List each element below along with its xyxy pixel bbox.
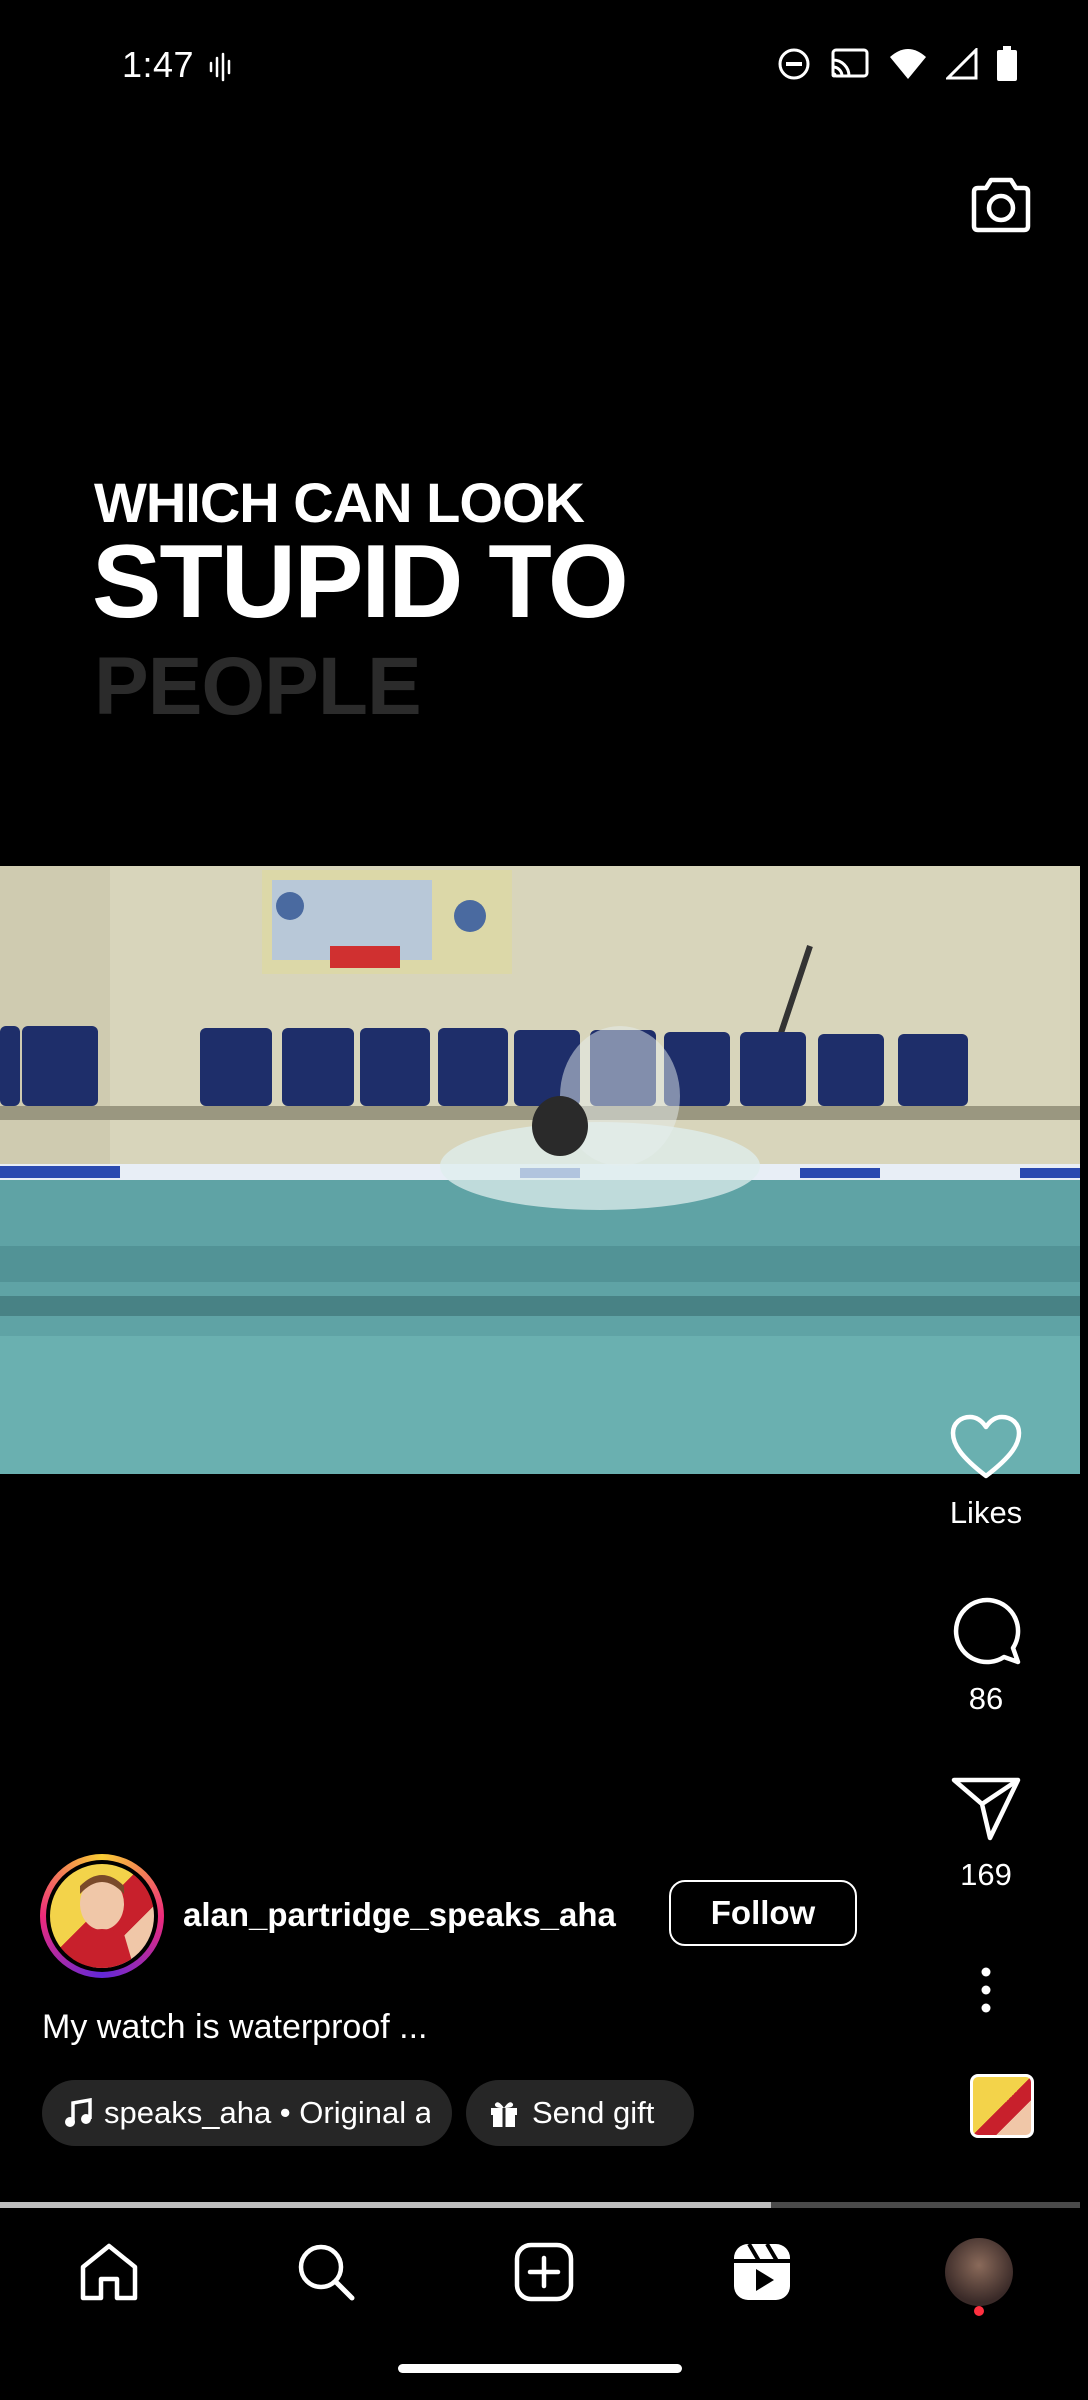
like-button[interactable]: Likes — [926, 1414, 1046, 1531]
author-avatar[interactable] — [40, 1854, 164, 1978]
status-time: 1:47 — [122, 44, 195, 85]
gift-icon — [491, 2102, 517, 2127]
audio-pill[interactable]: speaks_aha • Original au — [42, 2080, 452, 2146]
camera-icon[interactable] — [966, 170, 1036, 240]
wifi-icon — [890, 49, 926, 79]
audio-label: speaks_aha • Original au — [104, 2095, 430, 2130]
more-options-button[interactable] — [926, 1966, 1046, 2019]
home-icon — [80, 2243, 138, 2301]
comment-icon — [953, 1597, 1021, 1665]
do-not-disturb-icon — [778, 48, 810, 80]
notification-dot — [974, 2306, 985, 2316]
video-frame[interactable] — [0, 866, 1080, 1474]
nav-home[interactable] — [49, 2222, 169, 2322]
search-icon — [299, 2244, 355, 2301]
cast-icon — [831, 48, 869, 78]
share-count: 169 — [960, 1857, 1012, 1892]
more-vertical-icon — [981, 1967, 991, 2013]
audio-thumbnail[interactable] — [970, 2074, 1034, 2138]
sound-wave-icon — [209, 52, 231, 82]
music-note-icon — [65, 2098, 92, 2127]
send-icon — [951, 1777, 1021, 1841]
battery-icon — [997, 46, 1017, 81]
nav-create[interactable] — [484, 2222, 604, 2322]
cellular-signal-icon — [946, 48, 978, 80]
pool-scene-image — [0, 866, 1080, 1474]
caption-line-2: STUPID TO — [92, 524, 629, 640]
likes-label: Likes — [949, 1495, 1023, 1530]
avatar-image — [50, 1864, 154, 1968]
share-button[interactable]: 169 — [926, 1776, 1046, 1893]
nav-profile[interactable] — [919, 2222, 1039, 2322]
caption-line-3: PEOPLE — [94, 641, 422, 732]
reels-icon — [733, 2242, 790, 2300]
send-gift-pill[interactable]: Send gift — [466, 2080, 694, 2146]
profile-avatar — [945, 2238, 1014, 2306]
comment-button[interactable]: 86 — [926, 1594, 1046, 1717]
nav-search[interactable] — [266, 2222, 386, 2322]
follow-button[interactable]: Follow — [669, 1880, 857, 1946]
video-progress-bar[interactable] — [0, 2202, 1080, 2208]
status-icons — [776, 46, 1018, 82]
heart-icon — [950, 1414, 1022, 1479]
create-icon — [514, 2242, 574, 2302]
reel-description[interactable]: My watch is waterproof ... — [42, 2008, 427, 2047]
author-username[interactable]: alan_partridge_speaks_aha — [183, 1896, 616, 1934]
bottom-nav — [0, 2212, 1088, 2332]
send-gift-label: Send gift — [532, 2095, 655, 2130]
comment-count: 86 — [968, 1681, 1004, 1716]
nav-reels[interactable] — [702, 2222, 822, 2322]
home-indicator[interactable] — [398, 2364, 682, 2373]
video-progress-fill — [0, 2202, 772, 2208]
